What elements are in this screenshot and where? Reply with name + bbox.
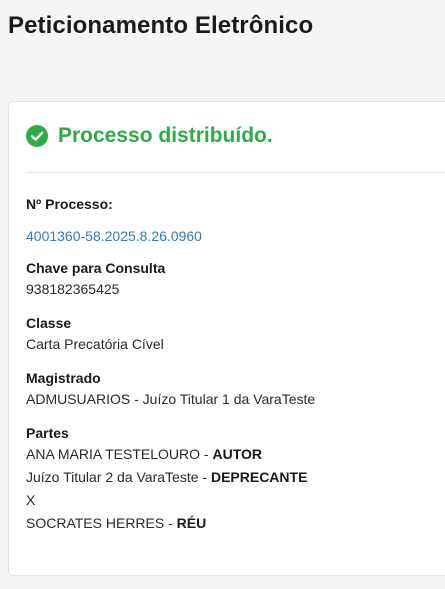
party-separator: - <box>198 469 211 485</box>
magistrate-label: Magistrado <box>26 370 101 386</box>
party-role: DEPRECANTE <box>210 469 308 485</box>
page-title: Peticionamento Eletrônico <box>8 12 314 39</box>
party-versus: X <box>26 489 307 512</box>
process-number-field: Nº Processo: <box>26 195 113 214</box>
divider <box>26 172 445 173</box>
success-header: Processo distribuído. <box>26 124 273 148</box>
class-field: Classe Carta Precatória Cível <box>26 314 164 356</box>
party-line: ANA MARIA TESTELOURO - AUTOR <box>26 443 307 466</box>
magistrate-value: ADMUSUARIOS - Juízo Titular 1 da VaraTes… <box>26 391 316 407</box>
consult-key-label: Chave para Consulta <box>26 260 166 276</box>
process-number-label: Nº Processo: <box>26 196 113 212</box>
consult-key-field: Chave para Consulta 938182365425 <box>26 259 165 301</box>
party-separator: - <box>164 515 177 531</box>
magistrate-field: Magistrado ADMUSUARIOS - Juízo Titular 1… <box>26 369 315 411</box>
party-name: ANA MARIA TESTELOURO <box>26 446 201 462</box>
process-number-value-block: 4001360-58.2025.8.26.0960 <box>26 227 202 246</box>
result-card: Processo distribuído. Nº Processo: 40013… <box>8 101 445 576</box>
party-versus-text: X <box>26 492 36 508</box>
party-role: AUTOR <box>212 446 262 462</box>
parties-label: Partes <box>26 425 69 441</box>
parties-field: Partes ANA MARIA TESTELOURO - AUTOR Juíz… <box>26 424 307 535</box>
success-message: Processo distribuído. <box>58 124 273 147</box>
party-line: Juízo Titular 2 da VaraTeste - DEPRECANT… <box>26 466 307 489</box>
consult-key-value: 938182365425 <box>26 281 120 297</box>
class-label: Classe <box>26 315 72 331</box>
party-name: Juízo Titular 2 da VaraTeste <box>26 469 199 485</box>
check-circle-icon <box>26 125 48 147</box>
party-line: SOCRATES HERRES - RÉU <box>26 512 307 535</box>
party-name: SOCRATES HERRES <box>26 515 165 531</box>
class-value: Carta Precatória Cível <box>26 336 164 352</box>
process-number-link[interactable]: 4001360-58.2025.8.26.0960 <box>26 228 202 244</box>
party-role: RÉU <box>176 515 207 531</box>
party-separator: - <box>200 446 213 462</box>
